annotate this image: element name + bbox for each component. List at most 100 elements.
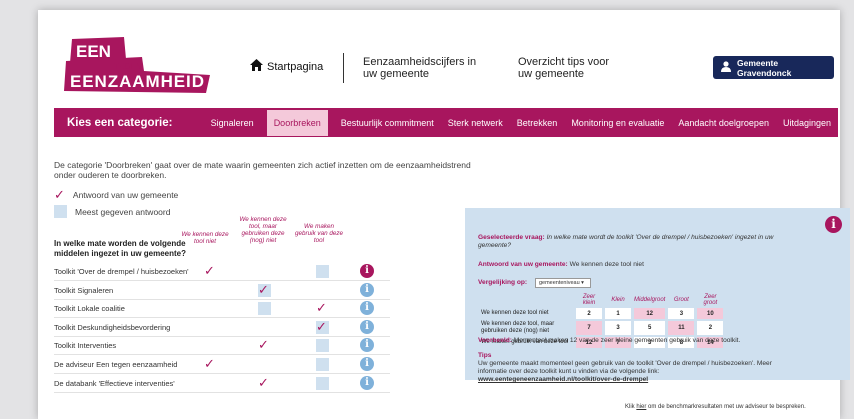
answer-cell: [316, 284, 329, 297]
comparison-cell: 7: [576, 321, 602, 335]
footnote: Klik hier om de benchmarkresultaten met …: [625, 404, 806, 410]
most-given-cell: [316, 265, 329, 278]
legend-answer: ✓ Antwoord van uw gemeente: [54, 188, 178, 201]
info-icon[interactable]: i: [360, 338, 374, 353]
info-icon[interactable]: i: [360, 375, 374, 390]
tool-label[interactable]: Toolkit Interventies: [54, 341, 116, 350]
comparison-row: We kennen deze tool, maar gebruiken deze…: [481, 321, 724, 335]
svg-text:TEGEN: TEGEN: [114, 62, 142, 71]
tab-monitoring-en-evaluatie[interactable]: Monitoring en evaluatie: [564, 108, 671, 137]
tab-signaleren[interactable]: Signaleren: [204, 108, 261, 137]
nav-eenzaamheidscijfers-line1: Eenzaamheidscijfers in: [363, 56, 477, 68]
home-label: Startpagina: [267, 60, 324, 73]
check-icon: ✓: [204, 263, 215, 278]
check-icon: ✓: [54, 187, 65, 202]
footnote-pre: Klik: [625, 404, 637, 410]
municipality-button-label: Gemeente Gravendonck: [737, 57, 792, 78]
check-icon: ✓: [316, 300, 327, 316]
comparison-cell: 12: [634, 308, 666, 319]
tab-bestuurlijk-commitment[interactable]: Bestuurlijk commitment: [334, 108, 441, 137]
tool-label[interactable]: Toolkit 'Over de drempel / huisbezoeken': [54, 267, 189, 276]
page: EEN TEGEN EENZAAMHEID Startpagina Eenzaa…: [38, 10, 850, 419]
th-groot: Groot: [673, 297, 689, 303]
nav-overzicht-tips[interactable]: Overzicht tips voor uw gemeente: [518, 56, 609, 80]
answer-cell: ✓: [258, 338, 271, 352]
answer-cell: [258, 321, 271, 334]
category-tabs: Signaleren Doorbreken Bestuurlijk commit…: [204, 108, 838, 137]
een-tegen-eenzaamheid-logo[interactable]: EEN TEGEN EENZAAMHEID: [64, 37, 212, 93]
comparison-row: We kennen deze tool niet 2 1 12 3 10: [481, 308, 724, 319]
tool-label[interactable]: Toolkit Lokale coalitie: [54, 304, 125, 313]
comparison-cell: 2: [697, 321, 724, 335]
answer-cell: ✓: [258, 376, 271, 390]
info-icon[interactable]: i: [360, 301, 374, 316]
selected-question-label: Geselecteerde vraag:: [478, 234, 545, 241]
comparison-cell: 10: [697, 308, 724, 319]
tips: Tips Uw gemeente maakt momenteel geen ge…: [478, 352, 772, 384]
legend-most-label: Meest gegeven antwoord: [75, 206, 171, 217]
compare-row: Vergelijking op: gemeenteniveau ▾: [478, 278, 591, 288]
example: Voorbeeld: Momenteel maken 12 van de zee…: [478, 337, 740, 345]
tab-sterk-netwerk[interactable]: Sterk netwerk: [441, 108, 510, 137]
footnote-post: om de benchmarkresultaten met uw adviseu…: [646, 404, 806, 410]
detail-panel: i Geselecteerde vraag: In welke mate wor…: [465, 208, 850, 383]
selected-question: Geselecteerde vraag: In welke mate wordt…: [478, 234, 808, 250]
user-icon: [721, 61, 731, 74]
tab-betrekken[interactable]: Betrekken: [510, 108, 565, 137]
col-header-gebruik: We maken gebruik van deze tool: [295, 223, 343, 244]
compare-value: gemeenteniveau: [538, 280, 580, 286]
tool-label[interactable]: De databank 'Effectieve interventies': [54, 379, 175, 388]
answer-cell: ✓: [316, 300, 329, 316]
comparison-cell: 11: [668, 321, 695, 335]
info-icon[interactable]: i: [360, 264, 374, 278]
th-zeer-klein: Zeer klein: [582, 294, 596, 306]
answer-cell: [204, 321, 217, 334]
compare-select[interactable]: gemeenteniveau ▾: [534, 278, 591, 288]
tab-aandacht-doelgroepen[interactable]: Aandacht doelgroepen: [671, 108, 776, 137]
tool-label[interactable]: Toolkit Signaleren: [54, 286, 113, 295]
most-given-cell: ✓: [316, 318, 329, 334]
tips-link[interactable]: www.eentegeneenzaamheid.nl/toolkit/over-…: [478, 376, 772, 384]
header: EEN TEGEN EENZAAMHEID Startpagina Eenzaa…: [38, 10, 840, 103]
answer-cell: [204, 284, 217, 297]
info-icon[interactable]: i: [360, 357, 374, 371]
tool-label[interactable]: Toolkit Deskundigheidsbevordering: [54, 323, 170, 332]
col-header-niet: We kennen deze tool niet: [181, 231, 229, 245]
intro-text: De categorie 'Doorbreken' gaat over de m…: [54, 160, 494, 180]
footnote-link[interactable]: hier: [636, 404, 646, 410]
answer-cell: [204, 377, 217, 390]
panel-answer-text: We kennen deze tool niet: [569, 261, 644, 268]
tips-line1: Uw gemeente maakt momenteel geen gebruik…: [478, 360, 772, 367]
compare-label: Vergelijking op:: [478, 279, 528, 286]
info-icon[interactable]: i: [360, 319, 374, 334]
info-icon[interactable]: i: [825, 216, 842, 233]
example-label: Voorbeeld:: [478, 337, 512, 344]
example-text: Momenteel maken 12 van de zeer kleine ge…: [513, 337, 741, 344]
comparison-cell: 5: [634, 321, 666, 335]
home-link[interactable]: Startpagina: [250, 59, 323, 74]
tool-label[interactable]: De adviseur Een tegen eenzaamheid: [54, 360, 177, 369]
municipality-button[interactable]: Gemeente Gravendonck: [713, 56, 834, 79]
comparison-row-label: We kennen deze tool, maar gebruiken deze…: [481, 321, 555, 334]
tab-doorbreken[interactable]: Doorbreken: [266, 109, 328, 136]
table-row: Toolkit Lokale coalitie ✓ i: [54, 300, 390, 319]
comparison-row-label: We kennen deze tool niet: [481, 310, 549, 316]
svg-text:EEN: EEN: [76, 42, 111, 61]
col-header-nog-niet: We kennen deze tool, maar gebruiken deze…: [239, 216, 287, 244]
most-given-cell: ✓: [258, 283, 271, 297]
comparison-cell: 3: [668, 308, 695, 319]
most-given-cell: [316, 358, 329, 371]
nav-eenzaamheidscijfers[interactable]: Eenzaamheidscijfers in uw gemeente: [363, 56, 476, 80]
table-row: De databank 'Effectieve interventies' ✓ i: [54, 375, 390, 393]
legend-square: [54, 205, 67, 218]
most-given-cell: [316, 339, 329, 353]
legend-answer-label: Antwoord van uw gemeente: [72, 189, 179, 200]
th-zeer-groot: Zeer groot: [703, 294, 718, 306]
tab-uitdagingen[interactable]: Uitdagingen: [776, 108, 838, 137]
intro-line1: De categorie 'Doorbreken' gaat over de m…: [54, 160, 471, 170]
check-icon: ✓: [316, 318, 327, 334]
svg-text:EENZAAMHEID: EENZAAMHEID: [70, 72, 204, 91]
info-icon[interactable]: i: [360, 282, 374, 297]
answer-cell: [258, 265, 271, 278]
table-row: Toolkit Deskundigheidsbevordering ✓ i: [54, 319, 390, 337]
